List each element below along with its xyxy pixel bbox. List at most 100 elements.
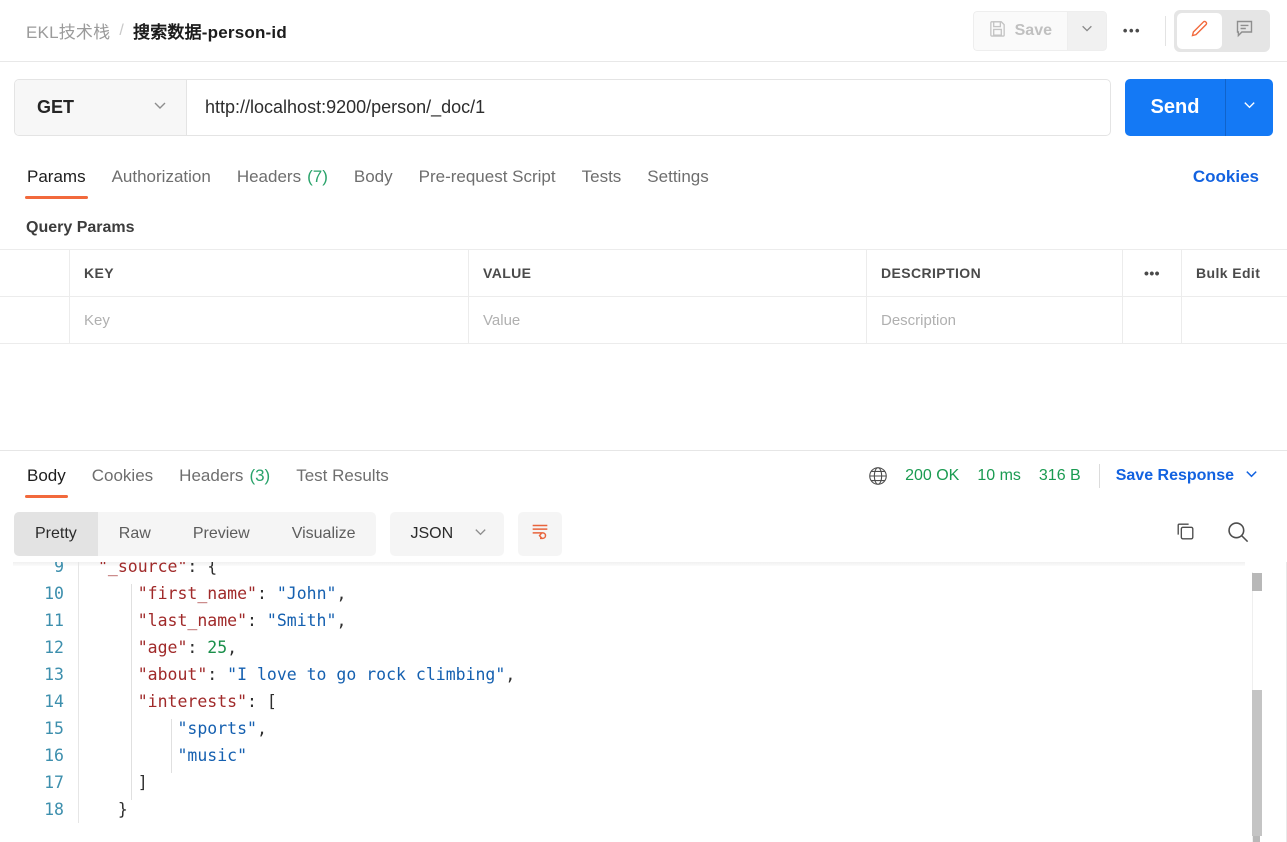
tab-label: Cookies <box>91 465 154 485</box>
line-number: 12 <box>44 638 64 657</box>
copy-icon[interactable] <box>1173 519 1198 549</box>
key-input[interactable]: Key <box>70 297 469 343</box>
view-mode-visualize[interactable]: Visualize <box>271 512 377 556</box>
breadcrumb-request-name[interactable]: 搜索数据-person-id <box>133 18 287 43</box>
right-panel-toggle-group <box>1174 9 1270 52</box>
tab-label: Headers <box>236 166 302 186</box>
row-checkbox-cell[interactable] <box>0 297 70 343</box>
tab-label: Pre-request Script <box>418 166 556 186</box>
pencil-icon <box>1189 18 1210 44</box>
save-group: Save <box>972 10 1107 51</box>
tab-body[interactable]: Body <box>341 152 406 201</box>
globe-icon <box>867 465 889 487</box>
description-input[interactable]: Description <box>867 297 1123 343</box>
cookies-link[interactable]: Cookies <box>1193 167 1259 187</box>
viewer-actions <box>1173 518 1251 550</box>
response-time: 10 ms <box>977 466 1021 484</box>
tab-tests[interactable]: Tests <box>569 152 635 201</box>
value-input[interactable]: Value <box>469 297 867 343</box>
url-input[interactable]: http://localhost:9200/person/_doc/1 <box>187 80 1110 135</box>
http-method-select[interactable]: GET <box>15 79 187 135</box>
code-text: "sports", <box>94 719 267 746</box>
vertical-scrollbar-thumb[interactable] <box>1252 690 1262 836</box>
comments-button[interactable] <box>1222 13 1267 49</box>
description-placeholder: Description <box>881 311 957 329</box>
meta-divider <box>1098 463 1100 488</box>
response-body-viewer[interactable]: 9 "_source": {10 "first_name": "John", 11 … <box>0 562 1287 842</box>
more-actions-button[interactable]: ••• <box>1107 11 1157 51</box>
query-params-title: Query Params <box>26 219 135 236</box>
indent-guide <box>131 746 132 773</box>
url-bar-row: GET http://localhost:9200/person/_doc/1 … <box>0 62 1287 152</box>
code-text: ] <box>94 773 148 800</box>
tab-count: (7) <box>307 166 328 186</box>
word-wrap-button[interactable] <box>518 511 563 556</box>
header-key: KEY <box>70 250 469 296</box>
send-group: Send <box>1125 78 1273 136</box>
key-placeholder: Key <box>84 311 110 329</box>
breadcrumb-separator: / <box>119 21 124 39</box>
tab-count: (3) <box>249 465 271 485</box>
toolbar-divider <box>1165 15 1166 46</box>
save-icon <box>988 19 1007 43</box>
tab-pre-request-script[interactable]: Pre-request Script <box>406 152 569 201</box>
response-tab-test-results[interactable]: Test Results <box>283 451 402 500</box>
tab-label: Tests <box>581 166 622 186</box>
vertical-scrollbar-thumb-tail[interactable] <box>1253 836 1260 842</box>
chevron-down-icon <box>473 524 488 544</box>
indent-guide <box>131 692 132 719</box>
row-trailing-cell <box>1182 297 1287 343</box>
tab-settings[interactable]: Settings <box>634 152 721 201</box>
gutter-divider <box>78 742 94 769</box>
query-params-table: KEY VALUE DESCRIPTION ••• Bulk Edit Key … <box>0 249 1287 344</box>
tab-label: Authorization <box>111 166 211 186</box>
tab-authorization[interactable]: Authorization <box>99 152 224 201</box>
table-row: Key Value Description <box>0 297 1287 344</box>
indent-guide <box>131 773 132 800</box>
code-text: "last_name": "Smith", <box>94 611 346 638</box>
top-bar-actions: Save ••• <box>972 9 1270 52</box>
save-button[interactable]: Save <box>972 10 1067 51</box>
edit-mode-button[interactable] <box>1177 12 1222 49</box>
code-text: "first_name": "John", <box>94 584 346 611</box>
view-mode-pretty[interactable]: Pretty <box>14 511 98 556</box>
send-button[interactable]: Send <box>1125 79 1225 136</box>
bulk-edit-button[interactable]: Bulk Edit <box>1182 250 1287 296</box>
response-tab-body[interactable]: Body <box>14 451 79 500</box>
tab-headers[interactable]: Headers (7) <box>224 152 341 201</box>
response-tab-headers[interactable]: Headers (3) <box>166 451 283 500</box>
indent-guide <box>131 719 132 746</box>
search-icon[interactable] <box>1224 518 1251 550</box>
response-format-select[interactable]: JSON <box>390 511 505 556</box>
code-line: 17 ] <box>0 769 1287 800</box>
code-line: 10 "first_name": "John", <box>0 580 1287 611</box>
send-options-button[interactable] <box>1225 78 1273 136</box>
gutter-divider <box>78 562 94 580</box>
save-response-button[interactable]: Save Response <box>1116 466 1259 486</box>
save-response-label: Save Response <box>1115 466 1234 484</box>
code-text: "music" <box>94 746 247 773</box>
code-line: 12 "age": 25, <box>0 634 1287 665</box>
table-options-button[interactable]: ••• <box>1123 250 1182 296</box>
tab-label: Headers <box>179 465 244 485</box>
breadcrumb-collection[interactable]: EKL技术栈 <box>26 18 110 43</box>
tab-label: Body <box>353 166 393 186</box>
indent-guide <box>131 638 132 665</box>
tab-label: Body <box>27 465 66 485</box>
value-placeholder: Value <box>483 311 521 329</box>
response-tabs: Body Cookies Headers (3) Test Results 20… <box>0 451 1287 500</box>
view-mode-raw[interactable]: Raw <box>98 512 172 556</box>
code-line: 15 "sports", <box>0 715 1287 746</box>
line-number: 11 <box>44 611 64 630</box>
view-mode-preview[interactable]: Preview <box>172 512 271 556</box>
code-line: 18 } <box>0 796 1287 823</box>
vertical-scrollbar-marker[interactable] <box>1252 573 1262 591</box>
response-tab-cookies[interactable]: Cookies <box>79 451 166 500</box>
indent-guide <box>171 719 172 746</box>
tab-params[interactable]: Params <box>14 152 99 201</box>
line-number: 16 <box>44 746 64 765</box>
line-number: 13 <box>44 665 64 684</box>
save-options-button[interactable] <box>1067 10 1107 51</box>
gutter-divider <box>78 580 94 607</box>
code-line: 9 "_source": { <box>0 562 1287 580</box>
